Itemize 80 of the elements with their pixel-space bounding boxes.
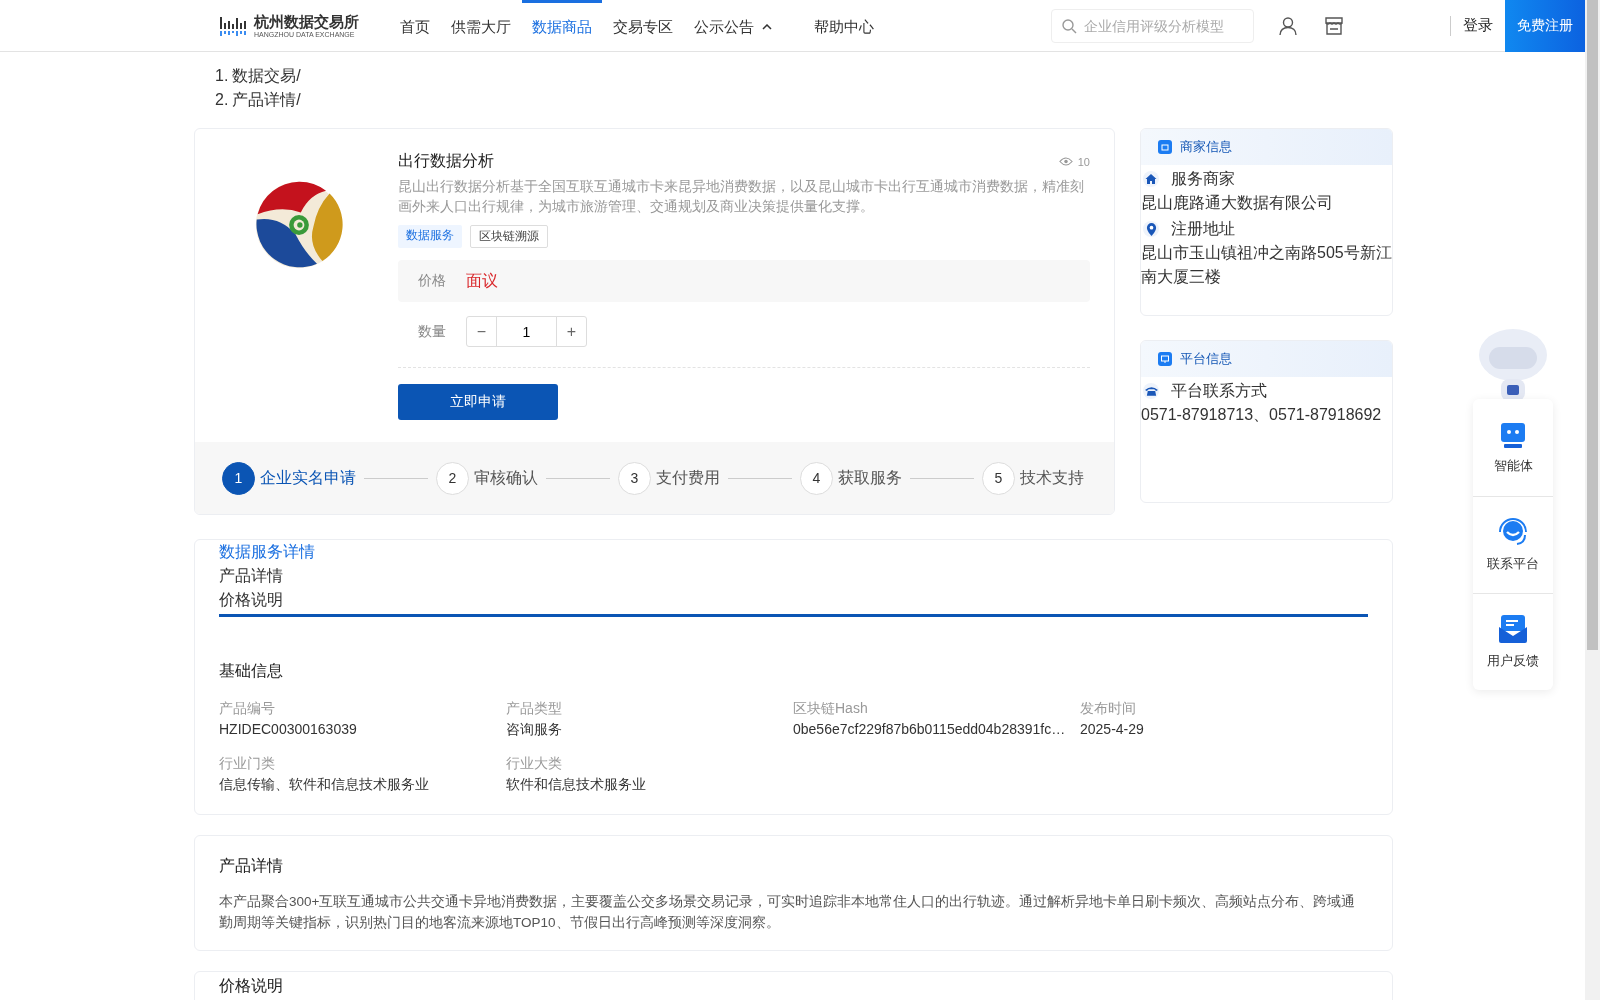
info-value: 0571-87918713、0571-87918692 — [1141, 405, 1383, 425]
nav-item[interactable]: 首页 — [390, 0, 440, 51]
field-label: 区块链Hash — [793, 699, 869, 718]
product-description: 昆山出行数据分析基于全国互联互通城市卡来昆异地消费数据，以及昆山城市卡出行互通城市消费数据，精准刻画外来人口出行规律，为城市旅游管理、交通规划及商业决策提供量化支撑。 — [398, 178, 1085, 216]
info-value: 昆山鹿路通大数据有限公司 — [1141, 193, 1334, 213]
robot-icon — [1498, 420, 1528, 449]
search-icon — [1061, 17, 1077, 34]
step-label: 支付费用 — [656, 467, 720, 488]
list-number: 2. — [215, 90, 229, 110]
field-value: 咨询服务 — [506, 720, 563, 739]
field-label: 发布时间 — [1080, 699, 1137, 718]
info-label: 平台联系方式 — [1171, 380, 1267, 401]
field-value: 软件和信息技术服务业 — [506, 775, 647, 794]
product-title: 出行数据分析 — [398, 151, 494, 171]
field-label: 产品类型 — [506, 699, 563, 718]
tag: 区块链溯源 — [470, 225, 548, 248]
side-panel-button[interactable]: 用户反馈 — [1473, 593, 1553, 690]
field-label: 行业门类 — [219, 754, 276, 773]
search-field[interactable]: 企业信用评级分析模型 — [1051, 8, 1254, 43]
field-value: HZIDEC00300163039 — [219, 720, 358, 739]
section-title: 基础信息 — [219, 661, 284, 681]
eye-icon — [1058, 157, 1073, 166]
field-label: 产品编号 — [219, 699, 276, 718]
headset-icon — [1497, 517, 1529, 547]
apply-button[interactable]: 立即申请 — [398, 384, 558, 420]
list-number: 1. — [215, 66, 229, 86]
step-label: 技术支持 — [1020, 467, 1084, 488]
monitor-icon — [1158, 352, 1172, 366]
register-button[interactable]: 免费注册 — [1505, 0, 1585, 52]
decrease-button[interactable]: − — [466, 316, 497, 347]
step-label: 审核确认 — [474, 467, 538, 488]
breadcrumb-link[interactable]: 数据交易/ — [232, 64, 301, 88]
nav-item[interactable]: 帮助中心 — [804, 0, 884, 51]
nav-item[interactable]: 交易专区 — [603, 0, 683, 51]
mail-icon — [1498, 614, 1528, 644]
field-value: 0be56e7cf229f87b6b0115edd04b28391fc… — [793, 720, 1067, 739]
price-label: 价格 — [418, 272, 446, 290]
location-pin-icon — [1145, 222, 1157, 236]
increase-button[interactable]: + — [556, 316, 587, 347]
step-label: 获取服务 — [838, 467, 902, 488]
home-icon — [1145, 173, 1157, 185]
side-panel-button[interactable]: 智能体 — [1473, 399, 1553, 496]
side-panel-button[interactable]: 联系平台 — [1473, 496, 1553, 593]
price-value: 面议 — [466, 270, 498, 291]
tag: 数据服务 — [398, 225, 462, 248]
nav-item[interactable]: 供需大厅 — [441, 0, 521, 51]
quantity-label: 数量 — [418, 322, 446, 341]
view-count: 10 — [1077, 155, 1090, 168]
step-number: 3 — [618, 461, 651, 495]
section-title: 价格说明 — [219, 976, 284, 996]
tab[interactable]: 数据服务详情 — [219, 540, 315, 564]
nav-item[interactable]: 公示公告 — [684, 0, 782, 51]
scrollbar[interactable] — [1585, 0, 1600, 1000]
product-detail-text: 本产品聚合300+互联互通城市公共交通卡异地消费数据，主要覆盖公交多场景交易记录，可实时追踪非本地常住人口的出行轨迹。通过解析异地卡单日刷卡频次、高频站点分布、跨域通勤周期等关键指标，识别热门目的地客流来源地TOP10、节假日出行高峰预测等深度洞察。 — [219, 893, 1357, 932]
info-label: 服务商家 — [1171, 168, 1235, 189]
quantity-field[interactable]: 1 — [496, 316, 557, 347]
card-title: 平台信息 — [1180, 350, 1232, 368]
info-label: 注册地址 — [1171, 218, 1235, 239]
shop-icon — [1158, 140, 1172, 154]
field-value: 2025-4-29 — [1080, 720, 1145, 739]
login-link[interactable]: 登录 — [1463, 16, 1493, 35]
step-number: 2 — [436, 461, 469, 495]
scrollbar-thumb[interactable] — [1587, 0, 1598, 650]
section-title: 产品详情 — [219, 856, 284, 876]
phone-icon — [1144, 386, 1158, 396]
card-title: 商家信息 — [1180, 138, 1232, 156]
logo-name: 杭州数据交易所 — [254, 12, 359, 30]
user-icon[interactable] — [1278, 15, 1298, 36]
step-number: 5 — [982, 461, 1015, 495]
breadcrumb-link[interactable]: 产品详情/ — [232, 88, 301, 112]
store-icon[interactable] — [1324, 15, 1344, 36]
field-label: 行业大类 — [506, 754, 563, 773]
tab[interactable]: 产品详情 — [219, 564, 283, 588]
step-number: 1 — [222, 461, 255, 495]
nav-item[interactable]: 数据商品 — [522, 0, 602, 51]
step-label: 企业实名申请 — [260, 467, 356, 488]
field-value: 信息传输、软件和信息技术服务业 — [219, 775, 430, 794]
step-number: 4 — [800, 461, 833, 495]
tab[interactable]: 价格说明 — [219, 588, 283, 612]
info-value: 昆山市玉山镇祖冲之南路505号新江南大厦三楼 — [1141, 243, 1392, 287]
